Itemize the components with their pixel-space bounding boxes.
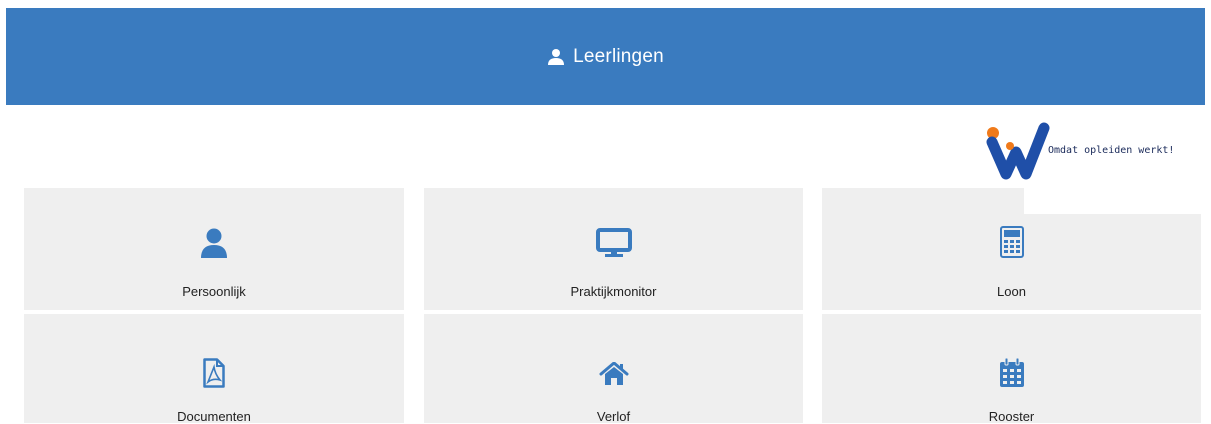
tile-label: Persoonlijk bbox=[182, 284, 246, 299]
page-header: Leerlingen bbox=[6, 8, 1205, 105]
tile-documenten[interactable]: Documenten bbox=[24, 314, 404, 424]
user-icon bbox=[201, 228, 227, 263]
user-icon bbox=[547, 48, 565, 66]
tile-label: Rooster bbox=[988, 409, 1035, 424]
logo-background bbox=[1024, 188, 1201, 214]
tile-label: Verlof bbox=[596, 409, 631, 424]
tile-verlof[interactable]: Verlof bbox=[424, 314, 803, 424]
tile-label: Praktijkmonitor bbox=[570, 284, 657, 299]
calculator-icon bbox=[999, 226, 1024, 263]
tile-rooster[interactable]: Rooster bbox=[822, 314, 1201, 424]
monitor-icon bbox=[595, 228, 632, 263]
page-title: Leerlingen bbox=[573, 45, 664, 67]
logo-tagline: Omdat opleiden werkt! bbox=[1048, 145, 1175, 156]
calendar-icon bbox=[999, 357, 1025, 393]
top-cropped-text bbox=[0, 0, 1211, 8]
tile-label: Loon bbox=[997, 284, 1026, 299]
home-icon bbox=[599, 361, 629, 391]
pdf-file-icon bbox=[203, 358, 225, 393]
tile-label: Documenten bbox=[177, 409, 251, 424]
tile-praktijkmonitor[interactable]: Praktijkmonitor bbox=[424, 188, 803, 310]
tile-persoonlijk[interactable]: Persoonlijk bbox=[24, 188, 404, 310]
